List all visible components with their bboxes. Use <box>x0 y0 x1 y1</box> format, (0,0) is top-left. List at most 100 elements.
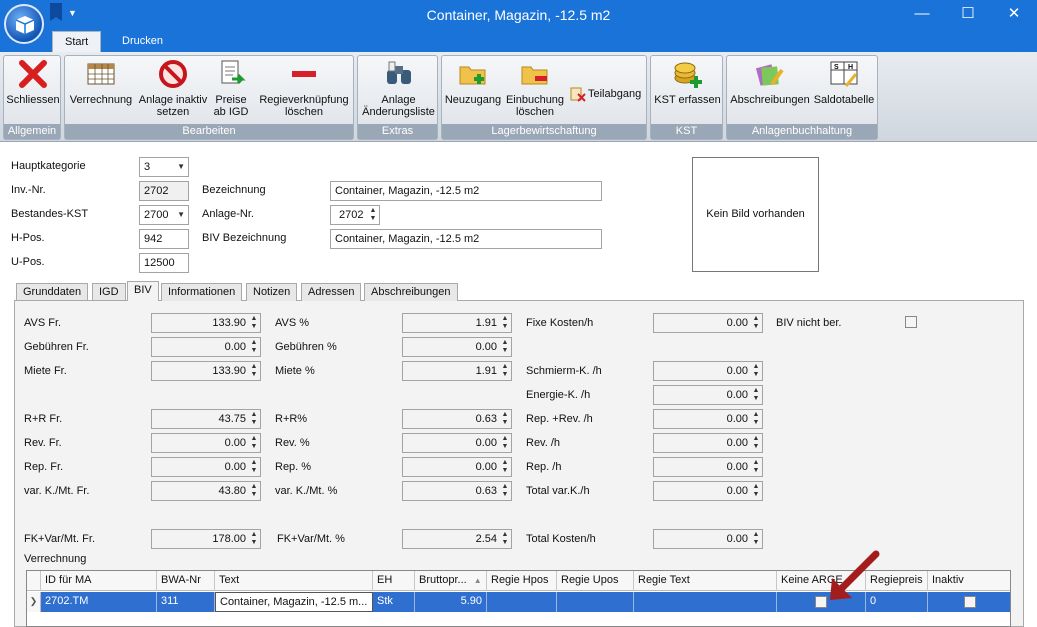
spinner-arrows-icon[interactable]: ▲ ▼ <box>369 207 377 223</box>
cell-inaktiv[interactable] <box>928 592 1010 612</box>
cell-text-editor[interactable]: Container, Magazin, -12.5 m... <box>215 592 373 612</box>
spinner-arrows-icon[interactable]: ▲ ▼ <box>752 411 760 427</box>
spinner-arrows-icon[interactable]: ▲ ▼ <box>501 315 509 331</box>
column-header[interactable]: ID für MA <box>41 571 157 591</box>
spinner-arrows-icon[interactable]: ▲ ▼ <box>501 435 509 451</box>
ribbon-tab-drucken[interactable]: Drucken <box>110 31 175 53</box>
cell-bruttopreis[interactable]: 5.90 <box>415 592 487 612</box>
biv-number-field[interactable]: 0.00 ▲ ▼ <box>653 529 763 549</box>
hauptkategorie-combo[interactable]: 3 ▼ <box>139 157 189 177</box>
spinner-arrows-icon[interactable]: ▲ ▼ <box>250 459 258 475</box>
spinner-arrows-icon[interactable]: ▲ ▼ <box>250 339 258 355</box>
u-pos-field[interactable]: 12500 <box>139 253 189 273</box>
spinner-arrows-icon[interactable]: ▲ ▼ <box>752 363 760 379</box>
column-header-sorted[interactable]: Bruttopr... ▲ <box>415 571 487 591</box>
biv-number-field[interactable]: 0.63 ▲ ▼ <box>402 481 512 501</box>
anlage-nr-stepper[interactable]: 2702 ▲ ▼ <box>330 205 380 225</box>
minimize-button[interactable]: — <box>899 0 945 30</box>
schliessen-button[interactable]: Schliessen <box>6 58 60 106</box>
saldotabelle-button[interactable]: S H Saldotabelle <box>813 58 875 106</box>
spinner-arrows-icon[interactable]: ▲ ▼ <box>752 387 760 403</box>
spinner-arrows-icon[interactable]: ▲ ▼ <box>501 531 509 547</box>
biv-number-field[interactable]: 133.90 ▲ ▼ <box>151 361 261 381</box>
teilabgang-button[interactable]: Teilabgang <box>570 86 641 102</box>
biv-number-field[interactable]: 0.00 ▲ ▼ <box>151 457 261 477</box>
cell-regie-text[interactable] <box>634 592 777 612</box>
biv-number-field[interactable]: 1.91 ▲ ▼ <box>402 313 512 333</box>
tab-notizen[interactable]: Notizen <box>246 283 298 301</box>
biv-number-field[interactable]: 0.00 ▲ ▼ <box>402 337 512 357</box>
spinner-arrows-icon[interactable]: ▲ ▼ <box>250 483 258 499</box>
cell-bwa[interactable]: 311 <box>157 592 215 612</box>
spinner-arrows-icon[interactable]: ▲ ▼ <box>752 483 760 499</box>
h-pos-field[interactable]: 942 <box>139 229 189 249</box>
biv-number-field[interactable]: 0.00 ▲ ▼ <box>653 457 763 477</box>
biv-number-field[interactable]: 0.00 ▲ ▼ <box>653 361 763 381</box>
spinner-arrows-icon[interactable]: ▲ ▼ <box>752 531 760 547</box>
inaktiv-checkbox[interactable] <box>964 596 976 608</box>
spinner-arrows-icon[interactable]: ▲ ▼ <box>250 411 258 427</box>
abschreibungen-button[interactable]: Abschreibungen <box>729 58 811 106</box>
biv-number-field[interactable]: 43.75 ▲ ▼ <box>151 409 261 429</box>
maximize-button[interactable]: ☐ <box>945 0 991 30</box>
biv-number-field[interactable]: 0.00 ▲ ▼ <box>653 313 763 333</box>
tab-informationen[interactable]: Informationen <box>161 283 243 301</box>
column-header[interactable]: Text <box>215 571 373 591</box>
cell-id[interactable]: 2702.TM <box>41 592 157 612</box>
verrechnung-button[interactable]: Verrechnung <box>68 58 134 106</box>
tab-biv[interactable]: BIV <box>127 281 159 301</box>
close-button[interactable]: ✕ <box>991 0 1037 30</box>
biv-number-field[interactable]: 0.00 ▲ ▼ <box>653 409 763 429</box>
biv-nicht-ber-checkbox[interactable] <box>905 316 917 328</box>
biv-number-field[interactable]: 0.00 ▲ ▼ <box>653 385 763 405</box>
neuzugang-button[interactable]: Neuzugang <box>444 58 502 106</box>
biv-number-field[interactable]: 0.00 ▲ ▼ <box>151 337 261 357</box>
anlage-inaktiv-button[interactable]: Anlage inaktiv setzen <box>137 58 209 118</box>
tab-abschreibungen[interactable]: Abschreibungen <box>364 283 458 301</box>
spinner-arrows-icon[interactable]: ▲ ▼ <box>501 483 509 499</box>
biv-number-field[interactable]: 133.90 ▲ ▼ <box>151 313 261 333</box>
biv-number-field[interactable]: 0.00 ▲ ▼ <box>402 433 512 453</box>
kst-erfassen-button[interactable]: KST erfassen <box>653 58 722 106</box>
spinner-arrows-icon[interactable]: ▲ ▼ <box>501 363 509 379</box>
column-header[interactable]: BWA-Nr <box>157 571 215 591</box>
spinner-arrows-icon[interactable]: ▲ ▼ <box>501 411 509 427</box>
column-header[interactable]: Regie Text <box>634 571 777 591</box>
spinner-arrows-icon[interactable]: ▲ ▼ <box>250 531 258 547</box>
spinner-arrows-icon[interactable]: ▲ ▼ <box>501 339 509 355</box>
biv-number-field[interactable]: 178.00 ▲ ▼ <box>151 529 261 549</box>
column-header[interactable]: Regie Hpos <box>487 571 557 591</box>
ribbon-tab-start[interactable]: Start <box>52 31 102 53</box>
anlage-aenderungsliste-button[interactable]: Anlage Änderungsliste <box>360 58 437 118</box>
biv-number-field[interactable]: 43.80 ▲ ▼ <box>151 481 261 501</box>
tab-igd[interactable]: IGD <box>92 283 126 301</box>
biv-number-field[interactable]: 0.00 ▲ ▼ <box>653 433 763 453</box>
spinner-arrows-icon[interactable]: ▲ ▼ <box>250 363 258 379</box>
column-header[interactable]: Regie Upos <box>557 571 634 591</box>
spinner-arrows-icon[interactable]: ▲ ▼ <box>752 435 760 451</box>
biv-number-field[interactable]: 0.63 ▲ ▼ <box>402 409 512 429</box>
preise-ab-igd-button[interactable]: Preise ab IGD <box>211 58 251 118</box>
spinner-arrows-icon[interactable]: ▲ ▼ <box>501 459 509 475</box>
tab-adressen[interactable]: Adressen <box>301 283 362 301</box>
bezeichnung-field[interactable]: Container, Magazin, -12.5 m2 <box>330 181 602 201</box>
einbuchung-loeschen-button[interactable]: Einbuchung löschen <box>504 58 566 118</box>
spinner-arrows-icon[interactable]: ▲ ▼ <box>250 315 258 331</box>
column-header[interactable]: Inaktiv <box>928 571 1010 591</box>
biv-number-field[interactable]: 1.91 ▲ ▼ <box>402 361 512 381</box>
image-placeholder[interactable]: Kein Bild vorhanden <box>692 157 819 272</box>
cell-regie-upos[interactable] <box>557 592 634 612</box>
cell-eh[interactable]: Stk <box>373 592 415 612</box>
biv-number-field[interactable]: 0.00 ▲ ▼ <box>653 481 763 501</box>
biv-number-field[interactable]: 0.00 ▲ ▼ <box>402 457 512 477</box>
biv-bezeichnung-field[interactable]: Container, Magazin, -12.5 m2 <box>330 229 602 249</box>
regieverknuepfung-loeschen-button[interactable]: Regieverknüpfung löschen <box>257 58 351 118</box>
bestandes-kst-combo[interactable]: 2700 ▼ <box>139 205 189 225</box>
cell-regie-hpos[interactable] <box>487 592 557 612</box>
biv-number-field[interactable]: 0.00 ▲ ▼ <box>151 433 261 453</box>
spinner-arrows-icon[interactable]: ▲ ▼ <box>250 435 258 451</box>
spinner-arrows-icon[interactable]: ▲ ▼ <box>752 315 760 331</box>
application-menu-button[interactable] <box>4 4 44 44</box>
spinner-arrows-icon[interactable]: ▲ ▼ <box>752 459 760 475</box>
tab-grunddaten[interactable]: Grunddaten <box>16 283 89 301</box>
